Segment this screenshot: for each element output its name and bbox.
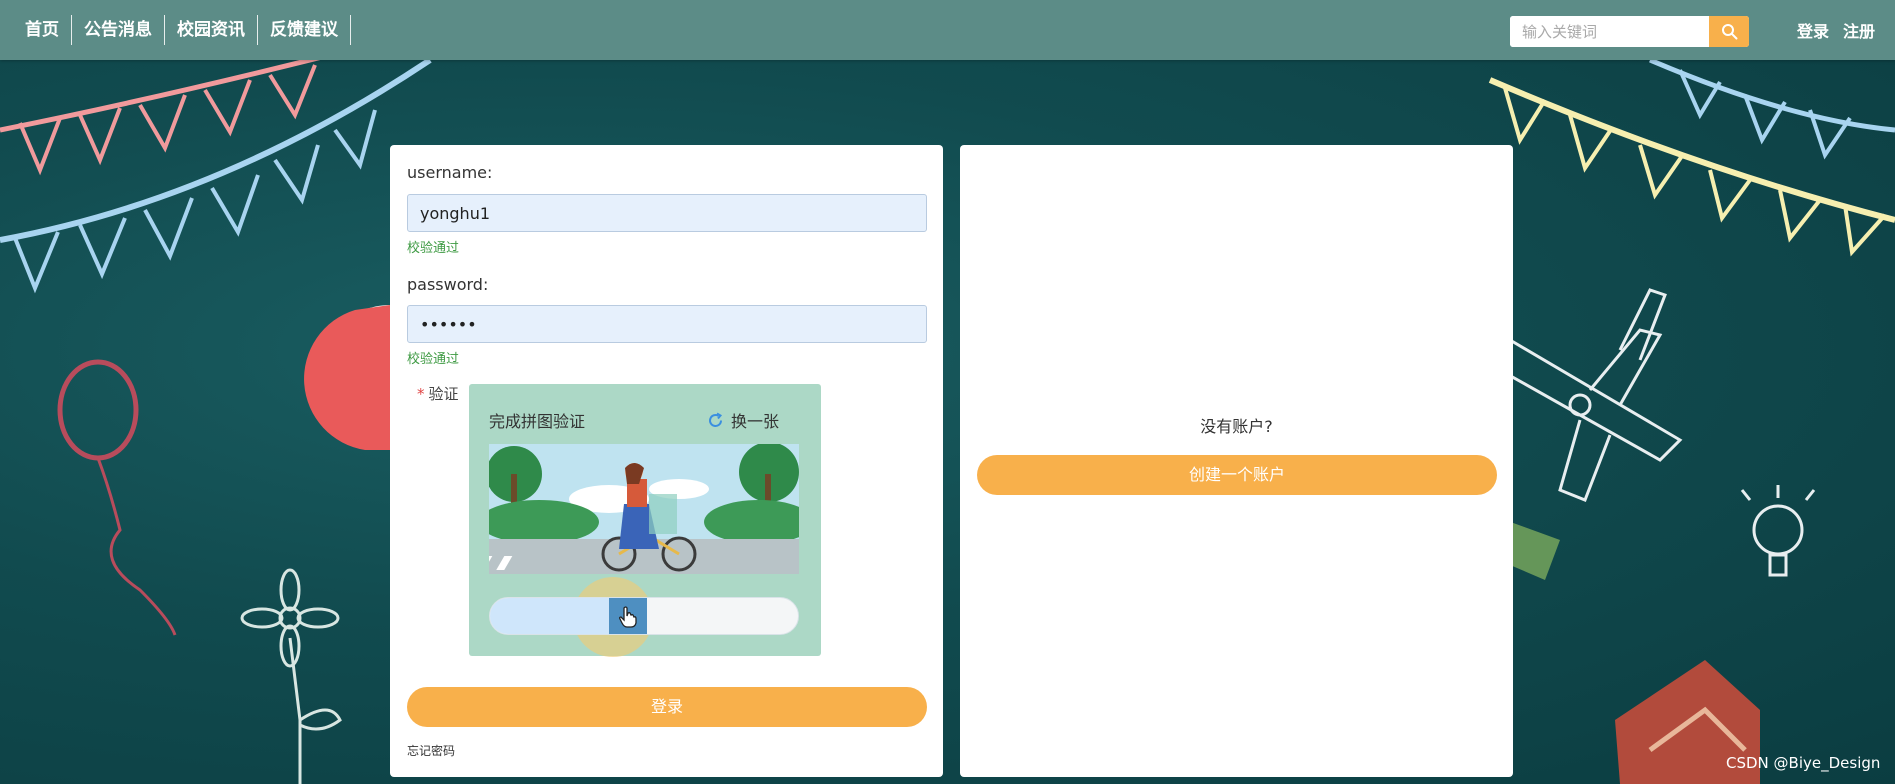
register-card: 没有账户? 创建一个账户 [960,145,1513,777]
watermark: CSDN @Biye_Design [1726,754,1881,772]
required-mark: * [417,385,425,403]
username-input[interactable] [407,194,927,232]
nav-item-announcements[interactable]: 公告消息 [72,15,165,45]
captcha-label-text: 验证 [428,385,459,403]
register-link[interactable]: 注册 [1843,18,1875,42]
captcha-refresh-label: 换一张 [731,412,780,431]
username-label: username: [407,163,493,182]
username-validation-text: 校验通过 [407,241,460,256]
auth-links: 登录 注册 [1797,0,1889,60]
login-link[interactable]: 登录 [1797,18,1829,42]
search-box [1510,16,1749,47]
main-nav: 首页 公告消息 校园资讯 反馈建议 [0,0,351,60]
login-submit-button[interactable]: 登录 [407,687,927,727]
search-input[interactable] [1510,16,1705,47]
search-icon [1721,24,1737,40]
forgot-password-link[interactable]: 忘记密码 [407,742,455,759]
password-validation-text: 校验通过 [407,352,460,367]
captcha-field-label: * 验证 [417,383,459,404]
chalkboard-background [0,60,1895,784]
create-account-button[interactable]: 创建一个账户 [977,455,1497,495]
nav-item-feedback[interactable]: 反馈建议 [258,15,351,45]
nav-item-home[interactable]: 首页 [13,15,72,45]
search-button[interactable] [1709,16,1749,47]
captcha-title: 完成拼图验证 [489,412,586,431]
login-card: username: 校验通过 password: 校验通过 *验证 完成拼图验证… [390,145,943,777]
captcha-slider-fill [490,598,614,634]
captcha-slider-handle[interactable] [609,598,647,634]
captcha-refresh-button[interactable]: 换一张 [707,408,779,432]
top-nav-bar: 首页 公告消息 校园资讯 反馈建议 登录 注册 [0,0,1895,60]
no-account-prompt: 没有账户? [1200,417,1273,436]
captcha-slider-track[interactable] [489,597,799,635]
nav-item-campus-news[interactable]: 校园资讯 [165,15,258,45]
background-doodles [0,60,1895,784]
puzzle-illustration [489,444,799,574]
puzzle-captcha: 完成拼图验证 换一张 [469,384,821,657]
hand-pointer-icon [619,605,637,628]
captcha-puzzle-image [489,444,799,574]
password-input[interactable] [407,305,927,343]
refresh-icon [709,412,723,427]
password-label: password: [407,275,489,294]
